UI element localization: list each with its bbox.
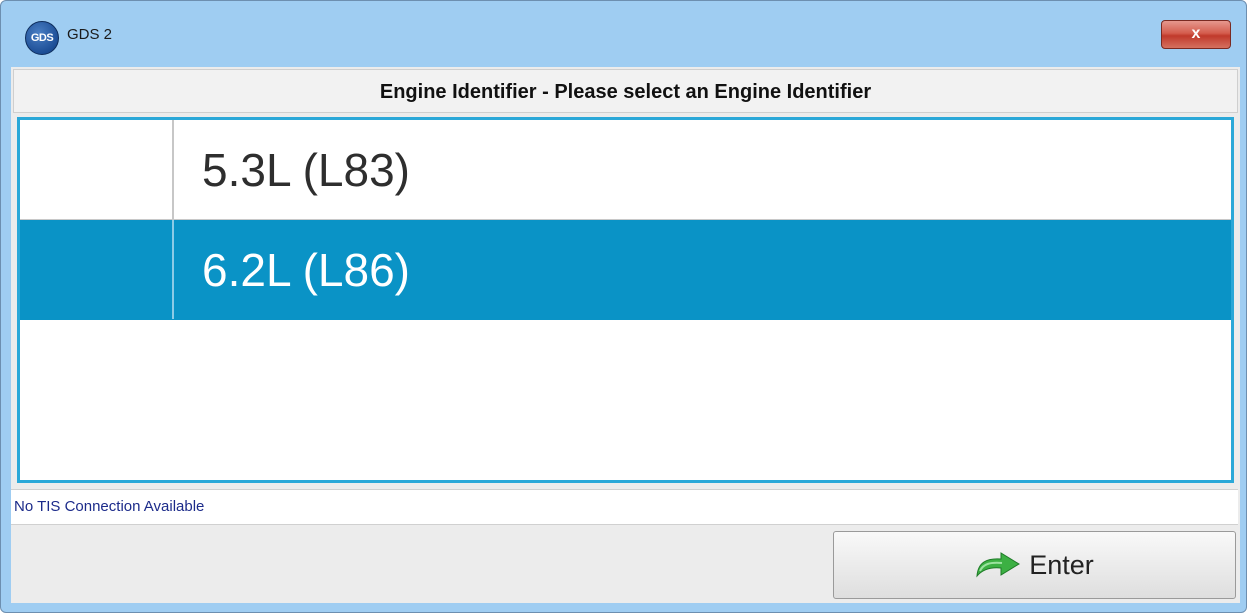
option-label: 6.2L (L86) xyxy=(202,244,410,296)
dialog-header: Engine Identifier - Please select an Eng… xyxy=(13,69,1238,113)
option-label: 5.3L (L83) xyxy=(202,144,410,196)
enter-arrow-icon xyxy=(976,552,1021,578)
close-button[interactable]: x xyxy=(1161,20,1231,49)
status-bar: No TIS Connection Available xyxy=(11,489,1238,525)
title-bar: GDS GDS 2 x xyxy=(1,1,1246,67)
enter-label: Enter xyxy=(1029,549,1094,580)
gds-logo-icon: GDS xyxy=(25,21,59,55)
gds2-window: GDS GDS 2 x Engine Identifier - Please s… xyxy=(0,0,1247,613)
list-item-option-2[interactable]: 6.2L (L86) xyxy=(20,220,1231,320)
list-item-option-1[interactable]: 5.3L (L83) xyxy=(20,120,1231,220)
row-selector-cell[interactable] xyxy=(20,220,174,319)
row-selector-cell[interactable] xyxy=(20,120,174,219)
window-title: GDS 2 xyxy=(67,26,113,43)
close-icon: x xyxy=(1191,25,1201,42)
engine-identifier-list[interactable]: 5.3L (L83) 6.2L (L86) xyxy=(17,117,1234,483)
dialog-body: Engine Identifier - Please select an Eng… xyxy=(11,67,1240,603)
enter-button[interactable]: Enter xyxy=(833,531,1236,599)
